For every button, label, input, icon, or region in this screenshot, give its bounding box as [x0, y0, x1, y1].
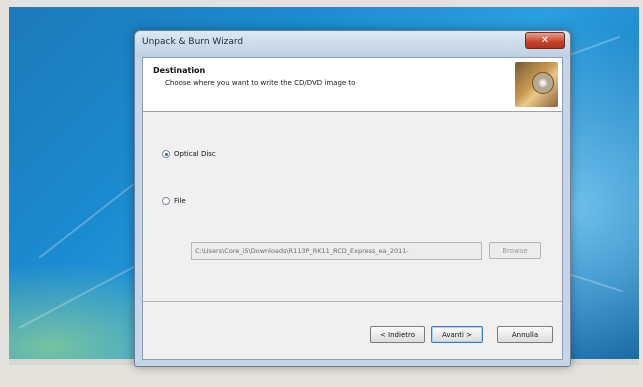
optical-disc-option[interactable]: Optical Disc [162, 150, 216, 158]
wizard-header: Destination Choose where you want to wri… [143, 58, 562, 112]
file-option[interactable]: File [162, 197, 186, 205]
optical-disc-label: Optical Disc [174, 150, 216, 158]
title-bar[interactable]: Unpack & Burn Wizard ✕ [135, 31, 570, 57]
browse-button[interactable]: Browse [489, 242, 541, 259]
optical-disc-radio[interactable] [162, 150, 170, 158]
next-button[interactable]: Avanti > [431, 326, 483, 343]
wizard-client-area: Destination Choose where you want to wri… [142, 57, 563, 360]
window-title: Unpack & Burn Wizard [142, 37, 244, 47]
back-button[interactable]: < Indietro [370, 326, 425, 343]
file-path-field[interactable]: C:\Users\Core_i5\Downloads\R113P_RK11_RC… [191, 242, 482, 260]
wizard-window: Unpack & Burn Wizard ✕ Destination Choos… [134, 30, 571, 367]
wallpaper-streak [38, 183, 135, 259]
page-title: Destination [153, 66, 206, 75]
close-button[interactable]: ✕ [525, 32, 565, 49]
file-label: File [174, 197, 186, 205]
wallpaper-streak [18, 261, 144, 329]
footer-divider [143, 301, 562, 302]
file-radio[interactable] [162, 197, 170, 205]
close-icon: ✕ [540, 35, 550, 46]
disc-burn-icon [515, 62, 558, 107]
disc-icon [532, 72, 554, 94]
cancel-button[interactable]: Annulla [497, 326, 553, 343]
page-subtitle: Choose where you want to write the CD/DV… [165, 79, 356, 87]
